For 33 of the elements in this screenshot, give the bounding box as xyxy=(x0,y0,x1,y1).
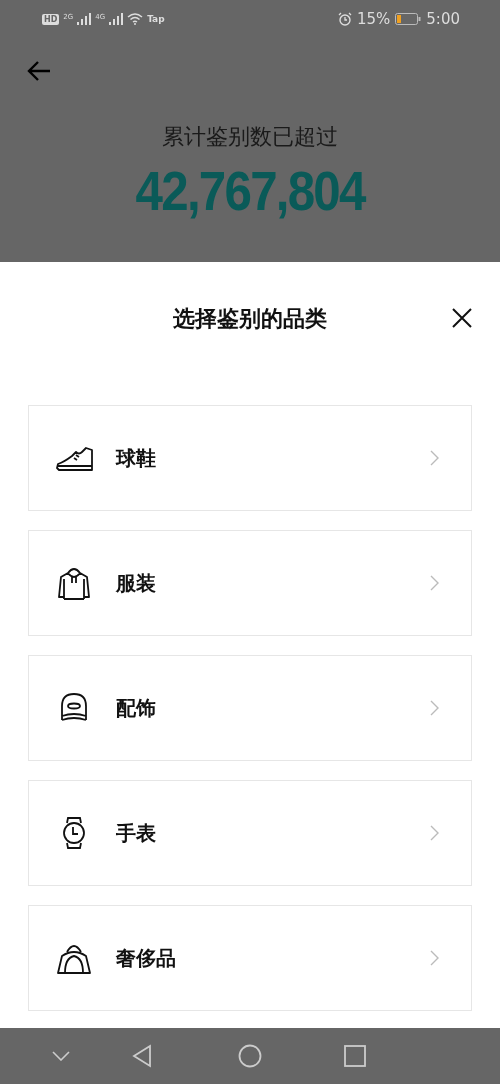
chevron-right-icon xyxy=(430,450,439,466)
total-caption: 累计鉴别数已超过 xyxy=(162,123,338,151)
total-count: 42,767,804 xyxy=(135,158,365,223)
wifi-icon xyxy=(127,13,144,25)
battery-icon xyxy=(395,13,422,25)
alarm-icon xyxy=(337,12,352,26)
home-icon[interactable] xyxy=(238,1044,262,1068)
category-label: 球鞋 xyxy=(116,444,157,472)
chevron-right-icon xyxy=(430,700,439,716)
category-card[interactable]: 手表 xyxy=(28,780,472,886)
back-icon[interactable] xyxy=(132,1044,152,1068)
signal-icon xyxy=(109,13,124,25)
battery-percent: 15% xyxy=(356,10,391,28)
category-card[interactable]: 配饰 xyxy=(28,655,472,761)
hotspot-label: Tap xyxy=(147,14,165,24)
category-label: 奢侈品 xyxy=(116,944,177,972)
recent-apps-icon[interactable] xyxy=(344,1045,366,1067)
sheet-title: 选择鉴别的品类 xyxy=(173,305,327,332)
clock-time: 5:00 xyxy=(426,10,460,28)
category-card[interactable]: 服装 xyxy=(28,530,472,636)
chevron-down-icon[interactable] xyxy=(52,1051,70,1061)
chevron-right-icon xyxy=(430,575,439,591)
close-icon[interactable] xyxy=(452,308,472,328)
signal-icon xyxy=(77,13,92,25)
chevron-right-icon xyxy=(430,950,439,966)
chevron-right-icon xyxy=(430,825,439,841)
category-card[interactable]: 球鞋 xyxy=(28,405,472,511)
category-label: 配饰 xyxy=(116,694,157,722)
category-card[interactable]: 奢侈品 xyxy=(28,905,472,1011)
category-label: 手表 xyxy=(116,819,157,847)
category-label: 服装 xyxy=(116,569,157,597)
back-arrow-icon[interactable] xyxy=(26,60,52,82)
hd-badge: HD xyxy=(42,13,60,25)
